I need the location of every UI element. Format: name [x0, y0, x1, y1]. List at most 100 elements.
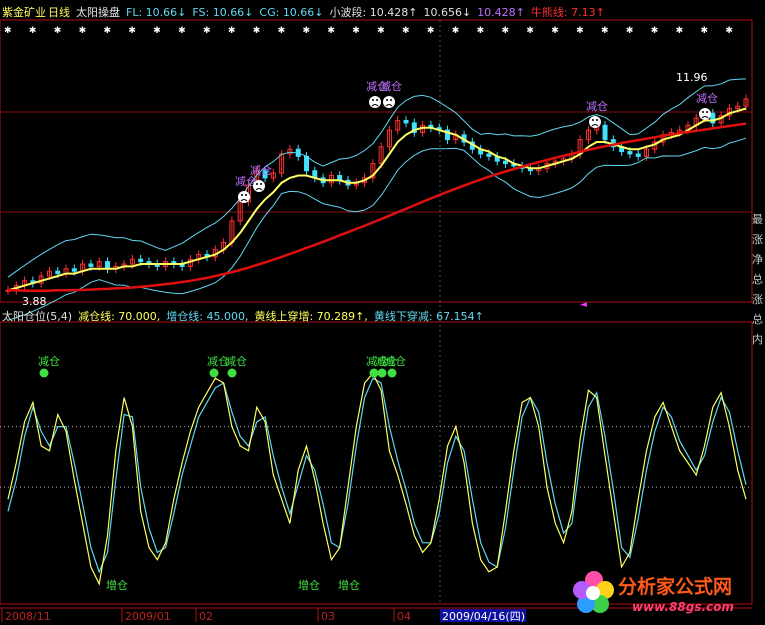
upper-annotation: 减仓 — [696, 91, 718, 105]
candle-body — [602, 124, 608, 141]
sad-face-icon — [383, 96, 395, 108]
jian-label: 减仓 — [384, 354, 406, 368]
lower-name: 太阳仓位(5,4) — [2, 310, 73, 323]
top-star-marker: ✱ — [427, 26, 435, 36]
top-star-marker: ✱ — [303, 26, 311, 36]
sad-face-circle — [699, 108, 711, 120]
yellow-up-value: 黄线上穿增: 70.289↑, — [254, 310, 368, 323]
sad-face-icon — [253, 180, 265, 192]
top-star-marker: ✱ — [178, 26, 186, 36]
flower-logo-icon — [573, 571, 614, 613]
candle-body — [138, 258, 144, 263]
sad-face-eye — [372, 99, 374, 101]
candle-body — [304, 155, 310, 172]
top-star-marker: ✱ — [626, 26, 634, 36]
candle-body — [71, 268, 77, 272]
right-side-labels: 最 涨 净 总 涨 总 内 — [752, 213, 763, 346]
niu-value: 牛熊线: 7.13↑ — [530, 6, 605, 19]
site-logo: 分析家公式网 www.88gs.com — [572, 566, 762, 622]
date-cursor-label: 2009/04/16(四) — [442, 610, 525, 622]
sad-face-circle — [369, 96, 381, 108]
x-tick-label: 2008/11 — [5, 610, 51, 622]
top-star-marker: ✱ — [29, 26, 37, 36]
top-star-marker: ✱ — [228, 26, 236, 36]
candle-body — [88, 263, 94, 267]
top-star-marker: ✱ — [402, 26, 410, 36]
top-star-marker: ✱ — [54, 26, 62, 36]
sad-face-eye — [245, 194, 247, 196]
sad-face-eye — [386, 99, 388, 101]
top-star-marker: ✱ — [477, 26, 485, 36]
x-tick-label: 02 — [199, 610, 213, 622]
sad-face-circle — [253, 180, 265, 192]
v2-value: 10.656↓ — [423, 6, 472, 19]
sad-face-eye — [596, 119, 598, 121]
x-tick-label: 2009/01 — [125, 610, 171, 622]
logo-title: 分析家公式网 — [618, 576, 733, 598]
jian-dot — [227, 368, 237, 378]
x-tick-label: 03 — [321, 610, 335, 622]
xiaobo-value: 小波段: 10.428↑ — [329, 6, 418, 19]
jian-dot — [369, 368, 379, 378]
top-star-marker: ✱ — [128, 26, 136, 36]
x-tick-label: 04 — [397, 610, 411, 622]
jian-dot — [387, 368, 397, 378]
high-price-label: 11.96 — [676, 71, 708, 84]
top-star-marker: ✱ — [352, 26, 360, 36]
sad-face-circle — [589, 116, 601, 128]
top-star-marker: ✱ — [502, 26, 510, 36]
sad-face-eye — [376, 99, 378, 101]
sad-face-eye — [241, 194, 243, 196]
cyan-upper-band — [7, 78, 747, 278]
sad-face-icon — [238, 191, 250, 203]
zeng-line-value: 增仓线: 45.000, — [166, 310, 249, 323]
candle-body — [503, 160, 509, 165]
candle-body — [403, 119, 409, 124]
sad-face-eye — [390, 99, 392, 101]
sad-face-eye — [592, 119, 594, 121]
yellow-ma-line — [7, 107, 747, 292]
candle-body — [55, 270, 61, 275]
top-star-marker: ✱ — [676, 26, 684, 36]
candle-body — [486, 153, 492, 157]
period: 日线 — [48, 6, 70, 19]
upper-frame — [0, 19, 753, 303]
top-star-marker: ✱ — [725, 26, 733, 36]
fs-value: FS: 10.66↓ — [192, 6, 254, 19]
top-star-marker: ✱ — [104, 26, 112, 36]
cyan-lower-band — [7, 137, 747, 321]
sad-face-eye — [260, 183, 262, 185]
v3-value: 10.428↑ — [477, 6, 525, 19]
cursor-marker: ◄ — [580, 300, 587, 310]
jian-dot — [377, 368, 387, 378]
jian-label: 减仓 — [38, 354, 60, 368]
low-price-label: 3.88 — [22, 295, 47, 308]
chart-stage: ✱ ✱ ✱ ✱ ✱ ✱ ✱ ✱ ✱ ✱ ✱ ✱ ✱ ✱ ✱ ✱ ✱ ✱ ✱ ✱ ✱ ✱ ✱ ✱ ✱ ✱ ✱ ✱ ✱ ✱ 减仓 减仓 减仓 减仓 减仓… — [0, 0, 765, 623]
upper-annotation: 减仓 — [380, 79, 402, 93]
candle-body — [105, 261, 111, 270]
sad-face-circle — [383, 96, 395, 108]
top-star-marker: ✱ — [203, 26, 211, 36]
cyan-osc-line — [7, 377, 747, 574]
top-star-marker: ✱ — [576, 26, 584, 36]
sad-face-icon — [699, 108, 711, 120]
jian-label: 减仓 — [225, 354, 247, 368]
top-star-marker: ✱ — [79, 26, 87, 36]
cg-value: CG: 10.66↓ — [259, 6, 324, 19]
upper-header: 紫金矿业 日线 太阳操盘 FL: 10.66↓ FS: 10.66↓ CG: 10.66↓… — [2, 6, 611, 19]
top-star-marker: ✱ — [153, 26, 161, 36]
top-star-marker: ✱ — [701, 26, 709, 36]
top-star-marker: ✱ — [452, 26, 460, 36]
logo-url: www.88gs.com — [632, 600, 734, 614]
top-star-marker: ✱ — [526, 26, 534, 36]
top-star-marker: ✱ — [651, 26, 659, 36]
candle-body — [627, 151, 633, 155]
jian-dot — [209, 368, 219, 378]
top-star-marker: ✱ — [4, 26, 12, 36]
top-star-marker: ✱ — [327, 26, 335, 36]
fl-value: FL: 10.66↓ — [126, 6, 187, 19]
sad-face-icon — [369, 96, 381, 108]
sad-face-eye — [256, 183, 258, 185]
sad-face-icon — [589, 116, 601, 128]
sad-face-circle — [238, 191, 250, 203]
